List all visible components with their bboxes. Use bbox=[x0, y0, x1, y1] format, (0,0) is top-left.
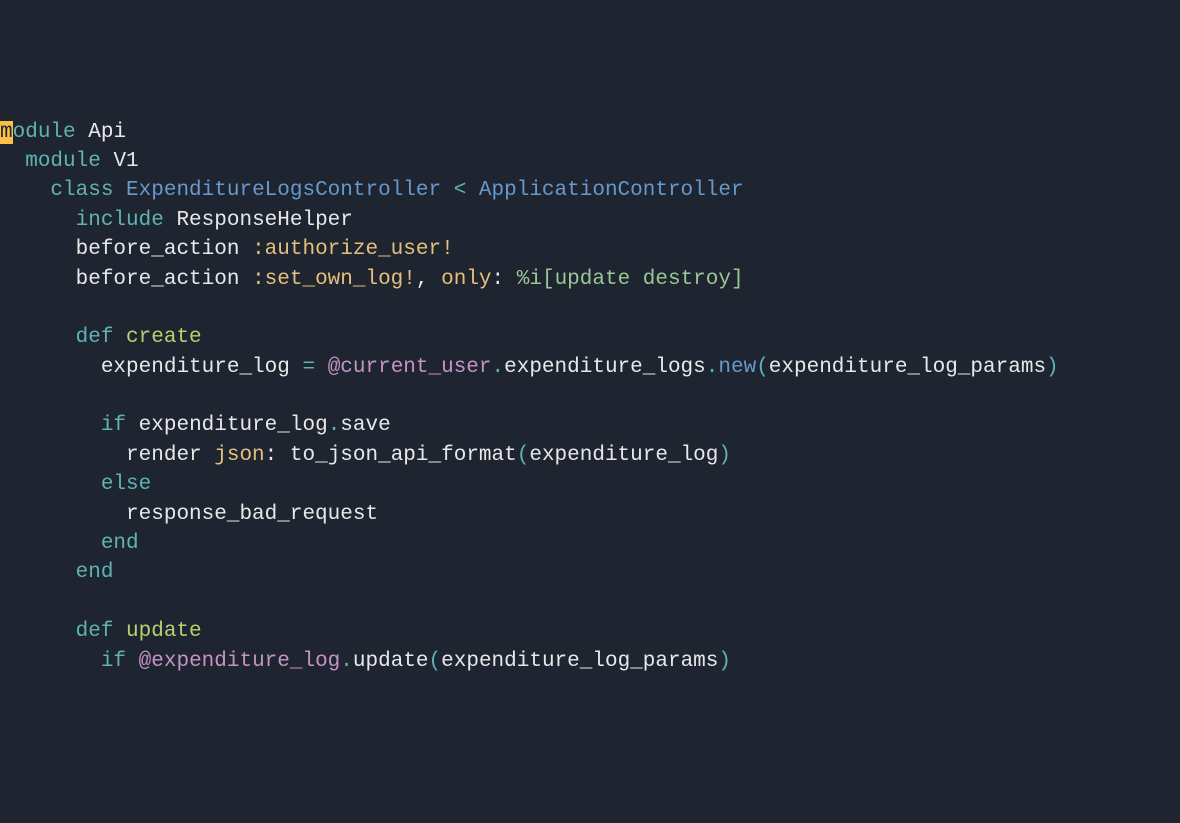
const-responsehelper: ResponseHelper bbox=[176, 209, 352, 232]
arg: expenditure_log bbox=[529, 444, 718, 467]
comma: , bbox=[416, 268, 441, 291]
line-19: if @expenditure_log.update(expenditure_l… bbox=[0, 650, 731, 673]
const-api: Api bbox=[88, 121, 126, 144]
line-16: end bbox=[0, 561, 113, 584]
kw-else: else bbox=[101, 473, 151, 496]
line-12: render json: to_json_api_format(expendit… bbox=[0, 444, 731, 467]
indent bbox=[0, 238, 76, 261]
indent bbox=[0, 326, 76, 349]
indent bbox=[0, 150, 25, 173]
indent bbox=[0, 650, 101, 673]
indent bbox=[0, 209, 76, 232]
kw-def: def bbox=[76, 326, 114, 349]
line-3: class ExpenditureLogsController < Applic… bbox=[0, 179, 744, 202]
op-eq: = bbox=[302, 356, 327, 379]
line-5: before_action :authorize_user! bbox=[0, 238, 454, 261]
indent bbox=[0, 473, 101, 496]
indent bbox=[0, 503, 126, 526]
colon: : bbox=[492, 268, 517, 291]
pct-i-close: ] bbox=[731, 268, 744, 291]
indent bbox=[0, 356, 101, 379]
kw-def: def bbox=[76, 620, 114, 643]
paren-open: ( bbox=[517, 444, 530, 467]
arg-params: expenditure_log_params bbox=[769, 356, 1046, 379]
sym-set-own-log: :set_own_log! bbox=[252, 268, 416, 291]
dot: . bbox=[328, 414, 341, 437]
paren-close: ) bbox=[718, 650, 731, 673]
line-13: else bbox=[0, 473, 151, 496]
line-2: module V1 bbox=[0, 150, 139, 173]
lvar: expenditure_log bbox=[139, 414, 328, 437]
kw-end: end bbox=[76, 561, 114, 584]
dot: . bbox=[340, 650, 353, 673]
line-14: response_bad_request bbox=[0, 503, 378, 526]
indent bbox=[0, 561, 76, 584]
space bbox=[126, 414, 139, 437]
indent bbox=[0, 620, 76, 643]
class-name: ExpenditureLogsController bbox=[126, 179, 441, 202]
method-create: create bbox=[126, 326, 202, 349]
call-expenditure-logs: expenditure_logs bbox=[504, 356, 706, 379]
line-18: def update bbox=[0, 620, 202, 643]
colon: : bbox=[265, 444, 290, 467]
kw-class: class bbox=[50, 179, 113, 202]
kw-module: module bbox=[25, 150, 101, 173]
space bbox=[126, 650, 139, 673]
line-6: before_action :set_own_log!, only: %i[up… bbox=[0, 268, 744, 291]
line-11: if expenditure_log.save bbox=[0, 414, 391, 437]
line-8: def create bbox=[0, 326, 202, 349]
space bbox=[113, 179, 126, 202]
sym-authorize: :authorize_user! bbox=[252, 238, 454, 261]
kw-if: if bbox=[101, 414, 126, 437]
line-15: end bbox=[0, 532, 139, 555]
call-before-action: before_action bbox=[76, 268, 252, 291]
call-to-json-api: to_json_api_format bbox=[290, 444, 517, 467]
line-1: module Api bbox=[0, 121, 126, 144]
key-json: json bbox=[214, 444, 264, 467]
paren-open: ( bbox=[756, 356, 769, 379]
lvar: expenditure_log bbox=[101, 356, 303, 379]
space bbox=[164, 209, 177, 232]
space bbox=[113, 326, 126, 349]
paren-open: ( bbox=[429, 650, 442, 673]
ivar-current-user: @current_user bbox=[328, 356, 492, 379]
method-update: update bbox=[126, 620, 202, 643]
op-lt: < bbox=[441, 179, 479, 202]
space bbox=[113, 620, 126, 643]
call-new: new bbox=[718, 356, 756, 379]
pct-i-open: %i[ bbox=[517, 268, 555, 291]
kw-module: odule bbox=[13, 121, 76, 144]
line-9: expenditure_log = @current_user.expendit… bbox=[0, 356, 1059, 379]
ivar-expenditure-log: @expenditure_log bbox=[139, 650, 341, 673]
paren-close: ) bbox=[1046, 356, 1059, 379]
call-update: update bbox=[353, 650, 429, 673]
line-4: include ResponseHelper bbox=[0, 209, 353, 232]
const-v1: V1 bbox=[113, 150, 138, 173]
key-only: only bbox=[441, 268, 491, 291]
indent bbox=[0, 179, 50, 202]
indent bbox=[0, 532, 101, 555]
paren-close: ) bbox=[718, 444, 731, 467]
arg-params: expenditure_log_params bbox=[441, 650, 718, 673]
code-block: module Api module V1 class ExpenditureLo… bbox=[0, 118, 1180, 676]
kw-if: if bbox=[101, 650, 126, 673]
call-before-action: before_action bbox=[76, 238, 252, 261]
kw-end: end bbox=[101, 532, 139, 555]
dot: . bbox=[492, 356, 505, 379]
cursor: m bbox=[0, 121, 13, 144]
call-save: save bbox=[340, 414, 390, 437]
dot: . bbox=[706, 356, 719, 379]
space bbox=[76, 121, 89, 144]
pct-i-contents: update destroy bbox=[555, 268, 731, 291]
space bbox=[101, 150, 114, 173]
kw-include: include bbox=[76, 209, 164, 232]
indent bbox=[0, 268, 76, 291]
call-render: render bbox=[126, 444, 214, 467]
indent bbox=[0, 414, 101, 437]
indent bbox=[0, 444, 126, 467]
call-response-bad-request: response_bad_request bbox=[126, 503, 378, 526]
class-parent: ApplicationController bbox=[479, 179, 744, 202]
